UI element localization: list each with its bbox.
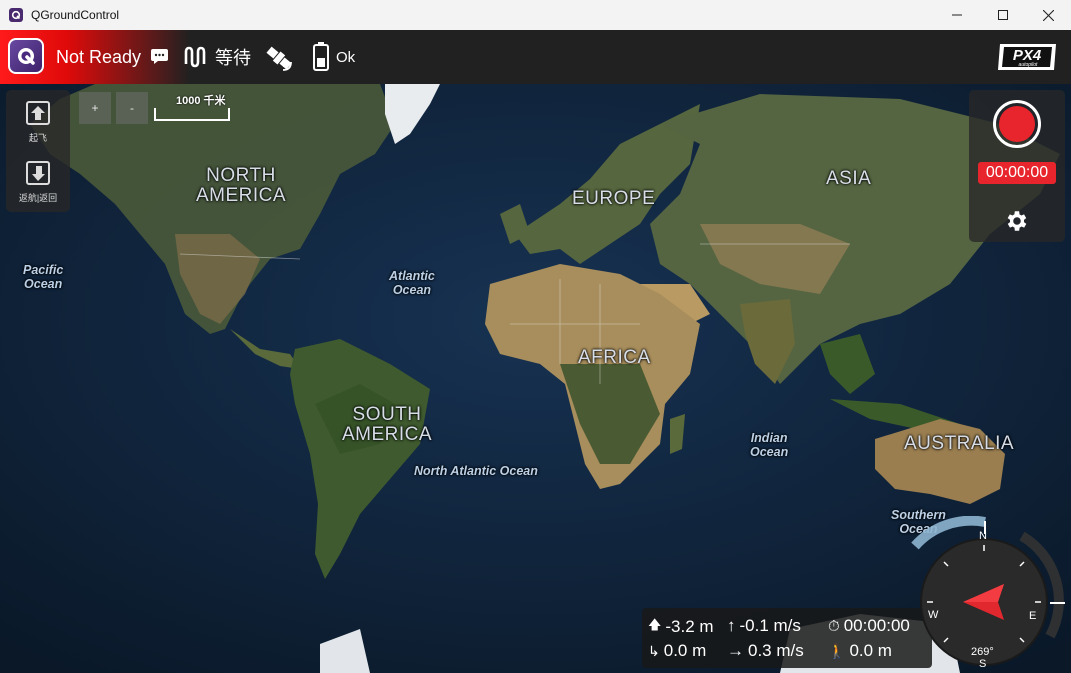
distance-home-readout: ↳ 0.0 m <box>648 641 706 661</box>
map-label-indian-ocean: Indian Ocean <box>750 431 789 459</box>
map-view[interactable]: NORTH AMERICA SOUTH AMERICA EUROPE ASIA … <box>0 84 1071 673</box>
close-button[interactable] <box>1025 0 1071 30</box>
camera-panel: 00:00:00 <box>969 90 1065 242</box>
record-icon <box>999 106 1035 142</box>
vertical-speed-icon: ↑ <box>727 616 736 635</box>
ground-speed-icon: → <box>727 641 744 660</box>
rtl-label: 返航|返回 <box>18 193 58 203</box>
satellite-icon[interactable] <box>264 43 294 73</box>
vertical-speed-value: -0.1 m/s <box>739 616 801 635</box>
minimize-button[interactable] <box>934 0 980 30</box>
window-title: QGroundControl <box>31 8 120 22</box>
map-scale-bar <box>154 108 230 121</box>
rtl-button[interactable]: 返航|返回 <box>6 156 70 210</box>
compass-widget[interactable]: N S E W 269° <box>910 515 1071 673</box>
battery-status-text[interactable]: Ok <box>336 30 355 84</box>
stopwatch-icon: ⏱ <box>828 617 840 635</box>
compass-heading-value: 269° <box>971 646 994 658</box>
record-timer: 00:00:00 <box>978 162 1056 184</box>
px4-autopilot-logo: PX4 autopilot <box>998 44 1056 70</box>
svg-text:autopilot: autopilot <box>1019 62 1039 68</box>
maximize-button[interactable] <box>980 0 1026 30</box>
message-icon[interactable] <box>151 49 168 64</box>
map-label-north-atlantic-ocean: North Atlantic Ocean <box>414 464 538 478</box>
return-home-icon <box>26 161 50 185</box>
map-label-europe: EUROPE <box>572 188 656 209</box>
ground-speed-value: 0.3 m/s <box>748 641 804 660</box>
gps-status-text[interactable]: 等待 <box>215 30 251 84</box>
map-label-pacific-ocean: Pacific Ocean <box>23 263 64 291</box>
altitude-readout: 🡅 -3.2 m <box>648 616 714 638</box>
vehicle-status-text[interactable]: Not Ready <box>56 30 141 84</box>
map-label-south-america: SOUTH AMERICA <box>342 404 433 445</box>
distance-traveled-value: 0.0 m <box>849 641 892 660</box>
altitude-up-icon: 🡅 <box>648 617 662 632</box>
close-icon <box>1042 9 1054 21</box>
rc-signal-icon[interactable] <box>184 46 208 68</box>
altitude-value: -3.2 m <box>665 617 714 636</box>
compass-east-label: E <box>1029 610 1037 622</box>
zoom-out-button[interactable]: - <box>116 92 148 124</box>
qgc-app-icon <box>9 8 23 22</box>
map-label-australia: AUSTRALIA <box>904 433 1015 454</box>
vertical-speed-readout: ↑ -0.1 m/s <box>727 616 801 636</box>
compass-south-label: S <box>979 658 987 670</box>
distance-traveled-readout: 🚶 0.0 m <box>828 641 892 661</box>
record-button[interactable] <box>993 100 1041 148</box>
flight-time-readout: ⏱ 00:00:00 <box>828 616 910 636</box>
minimize-icon <box>952 14 962 16</box>
flight-time-value: 00:00:00 <box>843 616 910 635</box>
telemetry-panel: 🡅 -3.2 m ↑ -0.1 m/s ⏱ 00:00:00 ↳ 0.0 m →… <box>642 608 932 668</box>
map-label-africa: AFRICA <box>578 347 651 368</box>
map-label-asia: ASIA <box>826 168 872 189</box>
map-scale: 1000 千米 <box>154 90 230 122</box>
maximize-icon <box>998 10 1008 20</box>
compass-west-label: W <box>928 609 939 621</box>
takeoff-button[interactable]: 起飞 <box>6 96 70 150</box>
qgc-logo-icon[interactable] <box>8 38 44 74</box>
compass-north-label: N <box>979 530 987 542</box>
takeoff-label: 起飞 <box>28 133 47 143</box>
window-titlebar: QGroundControl <box>0 0 1071 30</box>
main-toolbar: Not Ready 等待 Ok PX4 autopilot <box>0 30 1071 84</box>
zoom-in-button[interactable]: + <box>79 92 111 124</box>
gear-icon[interactable] <box>1004 208 1030 234</box>
walking-icon: 🚶 <box>828 642 846 659</box>
ground-speed-readout: → 0.3 m/s <box>727 641 804 661</box>
distance-home-value: 0.0 m <box>663 641 707 660</box>
battery-icon[interactable] <box>313 42 329 71</box>
map-label-atlantic-ocean: Atlantic Ocean <box>389 269 435 297</box>
distance-home-icon: ↳ <box>648 642 660 659</box>
map-label-north-america: NORTH AMERICA <box>196 165 287 206</box>
takeoff-icon <box>26 101 50 125</box>
fly-tools-panel: 起飞 返航|返回 <box>6 90 70 212</box>
